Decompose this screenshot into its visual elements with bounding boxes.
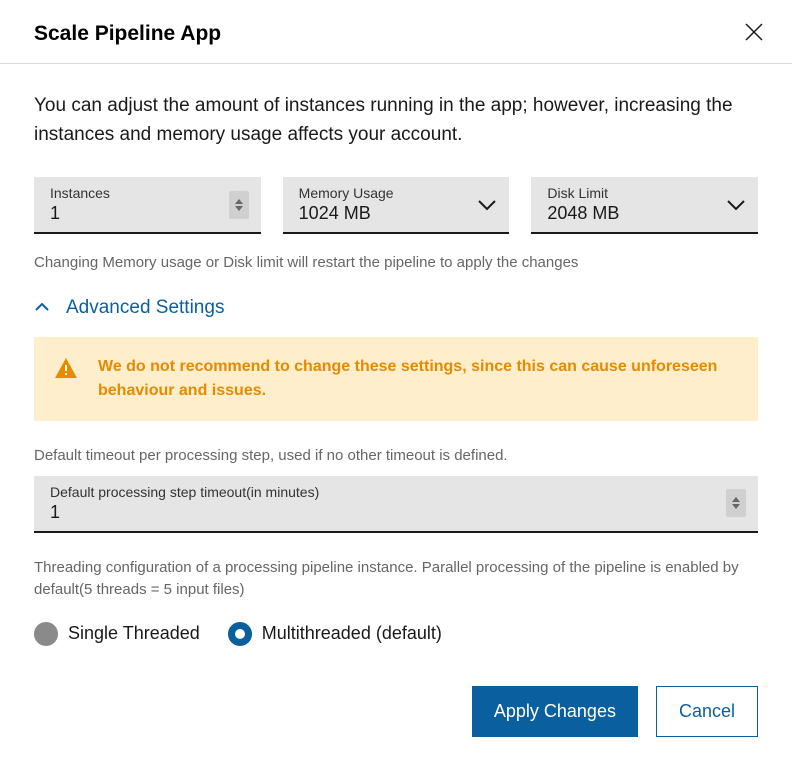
warning-icon bbox=[54, 357, 78, 384]
timeout-field[interactable]: Default processing step timeout(in minut… bbox=[34, 476, 758, 533]
stepper-icon bbox=[726, 489, 746, 517]
timeout-label: Default processing step timeout(in minut… bbox=[50, 484, 319, 500]
intro-text: You can adjust the amount of instances r… bbox=[34, 92, 758, 149]
close-icon bbox=[744, 22, 764, 45]
button-row: Apply Changes Cancel bbox=[34, 686, 758, 737]
threading-radio-group: Single Threaded Multithreaded (default) bbox=[34, 622, 758, 646]
single-threaded-label: Single Threaded bbox=[68, 623, 200, 644]
single-threaded-radio[interactable]: Single Threaded bbox=[34, 622, 200, 646]
disk-field[interactable]: Disk Limit 2048 MB bbox=[531, 177, 758, 234]
apply-changes-button[interactable]: Apply Changes bbox=[472, 686, 638, 737]
advanced-settings-title: Advanced Settings bbox=[66, 297, 224, 319]
warning-text: We do not recommend to change these sett… bbox=[98, 355, 738, 403]
memory-field[interactable]: Memory Usage 1024 MB bbox=[283, 177, 510, 234]
cancel-button[interactable]: Cancel bbox=[656, 686, 758, 737]
instances-value: 1 bbox=[50, 203, 110, 224]
timeout-stepper[interactable] bbox=[726, 489, 746, 517]
memory-value: 1024 MB bbox=[299, 203, 394, 224]
radio-selected-icon bbox=[228, 622, 252, 646]
instances-field[interactable]: Instances 1 bbox=[34, 177, 261, 234]
field-text: Default processing step timeout(in minut… bbox=[50, 484, 319, 523]
memory-label: Memory Usage bbox=[299, 185, 394, 201]
timeout-help: Default timeout per processing step, use… bbox=[34, 445, 758, 468]
close-button[interactable] bbox=[740, 18, 768, 49]
threading-help: Threading configuration of a processing … bbox=[34, 557, 758, 602]
disk-label: Disk Limit bbox=[547, 185, 619, 201]
field-row: Instances 1 Memory Usage 1024 MB bbox=[34, 177, 758, 234]
warning-box: We do not recommend to change these sett… bbox=[34, 337, 758, 421]
chevron-down-icon bbox=[477, 199, 497, 211]
field-text: Disk Limit 2048 MB bbox=[547, 185, 619, 224]
advanced-settings-toggle[interactable]: Advanced Settings bbox=[34, 297, 758, 319]
field-text: Instances 1 bbox=[50, 185, 110, 224]
chevron-up-icon bbox=[34, 299, 50, 317]
dialog-content: You can adjust the amount of instances r… bbox=[0, 64, 792, 761]
multi-threaded-label: Multithreaded (default) bbox=[262, 623, 442, 644]
stepper-icon bbox=[229, 191, 249, 219]
scale-pipeline-dialog: Scale Pipeline App You can adjust the am… bbox=[0, 0, 792, 767]
multi-threaded-radio[interactable]: Multithreaded (default) bbox=[228, 622, 442, 646]
field-text: Memory Usage 1024 MB bbox=[299, 185, 394, 224]
instances-stepper[interactable] bbox=[229, 191, 249, 219]
timeout-value: 1 bbox=[50, 502, 319, 523]
restart-note: Changing Memory usage or Disk limit will… bbox=[34, 252, 758, 273]
disk-value: 2048 MB bbox=[547, 203, 619, 224]
chevron-down-icon bbox=[726, 199, 746, 211]
instances-label: Instances bbox=[50, 185, 110, 201]
dialog-header: Scale Pipeline App bbox=[0, 0, 792, 64]
dialog-title: Scale Pipeline App bbox=[34, 22, 221, 46]
radio-unselected-icon bbox=[34, 622, 58, 646]
